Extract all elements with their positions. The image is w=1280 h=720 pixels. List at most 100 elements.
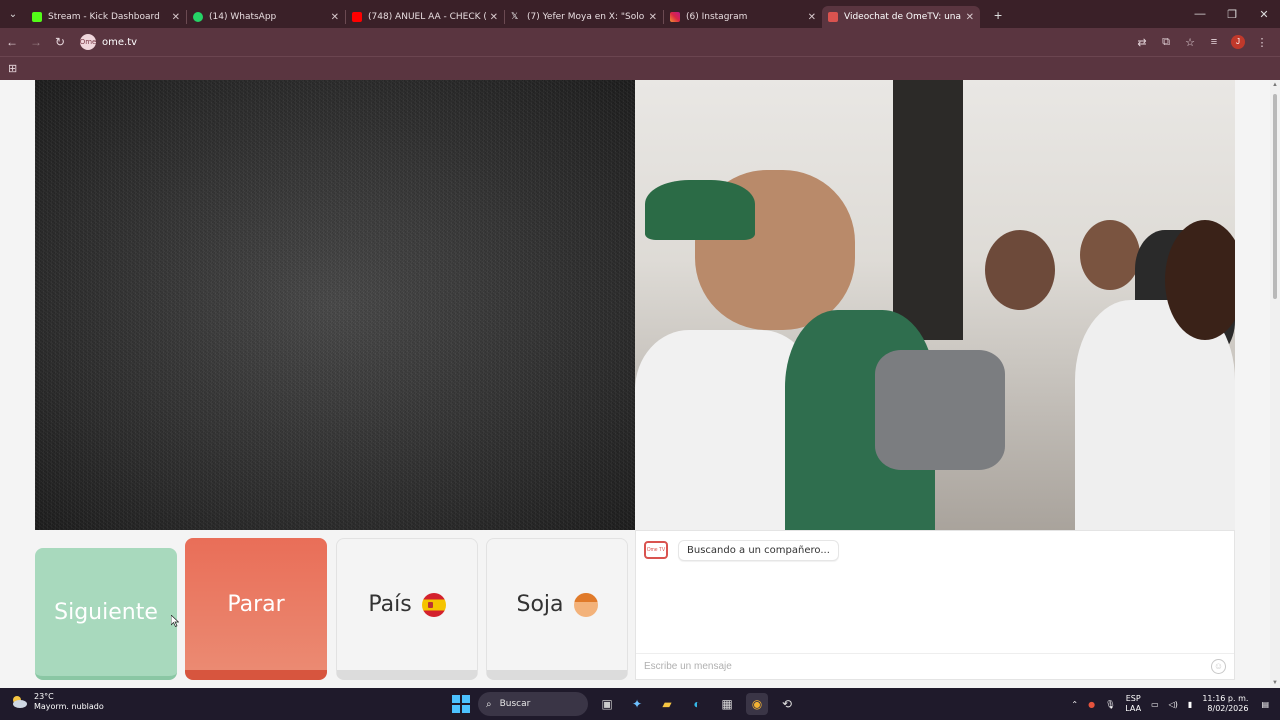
- tab-whatsapp[interactable]: (14) WhatsApp ✕: [187, 6, 345, 28]
- page-scrollbar[interactable]: ▲ ▼: [1270, 80, 1280, 688]
- whatsapp-icon: [193, 12, 203, 22]
- clock-time: 11:16 p. m.: [1202, 694, 1249, 703]
- show-hidden-icons[interactable]: ⌃: [1071, 700, 1078, 709]
- address-bar: ← → ↻ Ome ome.tv ⇄ ⧉ ☆ ≡ J ⋮: [0, 28, 1280, 56]
- url-field[interactable]: Ome ome.tv: [80, 34, 137, 50]
- tab-title: (7) Yefer Moya en X: "Solo paso: [527, 12, 645, 22]
- scroll-down-icon[interactable]: ▼: [1271, 680, 1279, 686]
- apps-grid-icon[interactable]: ⊞: [8, 62, 17, 75]
- bookmarks-bar: ⊞: [0, 56, 1280, 80]
- ometv-icon: [828, 12, 838, 22]
- video-person-2: [985, 230, 1055, 310]
- close-icon[interactable]: ✕: [808, 12, 816, 23]
- youtube-icon: [352, 12, 362, 22]
- new-tab-button[interactable]: +: [994, 7, 1002, 23]
- video-person-4-head: [1165, 220, 1235, 340]
- minimize-icon[interactable]: —: [1184, 0, 1216, 28]
- country-filter-button[interactable]: País: [336, 538, 478, 680]
- network-icon[interactable]: ▭: [1151, 700, 1159, 709]
- tab-youtube[interactable]: (748) ANUEL AA - CHECK (INST ✕: [346, 6, 504, 28]
- clock[interactable]: 11:16 p. m. 8/02/2026: [1202, 694, 1248, 714]
- address-bar-actions: ⇄ ⧉ ☆ ≡ J ⋮: [1130, 28, 1274, 56]
- tray-app-icon[interactable]: ●: [1088, 700, 1095, 709]
- clock-date: 8/02/2026: [1207, 704, 1249, 713]
- close-icon[interactable]: ✕: [966, 12, 974, 23]
- search-icon: ⌕: [486, 698, 492, 710]
- forward-icon[interactable]: →: [24, 28, 48, 56]
- battery-icon[interactable]: ▮: [1188, 700, 1192, 709]
- lang-top: ESP: [1125, 694, 1141, 703]
- taskbar-search[interactable]: ⌕ Buscar: [478, 692, 588, 716]
- x-logo-icon: 𝕏: [511, 12, 519, 22]
- language-indicator[interactable]: ESP LAA: [1125, 694, 1141, 714]
- close-icon[interactable]: ✕: [172, 12, 180, 23]
- scrollbar-thumb[interactable]: [1273, 94, 1277, 299]
- tab-title: (6) Instagram: [686, 12, 748, 22]
- video-cap: [645, 180, 755, 240]
- restore-icon[interactable]: ❐: [1216, 0, 1248, 28]
- self-camera-video: [635, 80, 1235, 530]
- video-person-3: [1080, 220, 1140, 290]
- tab-title: Videochat de OmeTV: una: [844, 12, 962, 22]
- tab-ometv[interactable]: Videochat de OmeTV: una ✕: [822, 6, 980, 28]
- system-tray: ⌃ ● 🎙 ESP LAA ▭ ◁) ▮ 11:16 p. m. 8/02/20…: [1066, 688, 1274, 720]
- gender-label: Soja: [516, 592, 564, 617]
- site-icon: Ome: [80, 34, 96, 50]
- tab-search-icon[interactable]: ⌄: [0, 0, 26, 28]
- next-label: Siguiente: [54, 599, 158, 625]
- windows-start-icon[interactable]: [452, 695, 470, 713]
- chrome-icon[interactable]: ◉: [746, 693, 768, 715]
- reading-list-icon[interactable]: ≡: [1202, 36, 1226, 48]
- kick-icon: [32, 12, 42, 22]
- task-view-icon[interactable]: ▣: [596, 693, 618, 715]
- search-label: Buscar: [499, 699, 531, 709]
- stop-label: Parar: [227, 591, 285, 617]
- chat-panel: Ome TV Buscando a un compañero... ☺: [635, 530, 1235, 680]
- back-icon[interactable]: ←: [0, 28, 24, 56]
- close-icon[interactable]: ✕: [649, 12, 657, 23]
- taskbar-apps: ⌕ Buscar ▣ ✦ ▰ ◐ ▦ ◉ ⟲: [452, 692, 798, 716]
- notifications-icon[interactable]: ▤: [1261, 700, 1269, 709]
- store-icon[interactable]: ▦: [716, 693, 738, 715]
- microphone-icon[interactable]: 🎙: [1105, 700, 1115, 709]
- close-icon[interactable]: ✕: [331, 12, 339, 23]
- copilot-icon[interactable]: ✦: [626, 693, 648, 715]
- url-text: ome.tv: [102, 36, 138, 48]
- reload-icon[interactable]: ↻: [48, 28, 72, 56]
- scroll-up-icon[interactable]: ▲: [1271, 82, 1279, 88]
- country-label: País: [368, 592, 412, 617]
- lang-bottom: LAA: [1125, 704, 1142, 713]
- instagram-icon: [670, 12, 680, 22]
- translate-icon[interactable]: ⇄: [1130, 36, 1154, 49]
- profile-avatar[interactable]: J: [1231, 35, 1245, 49]
- windows-taskbar: 23°C Mayorm. nublado ⌕ Buscar ▣ ✦ ▰ ◐ ▦ …: [0, 688, 1280, 720]
- close-window-icon[interactable]: ✕: [1248, 0, 1280, 28]
- install-app-icon[interactable]: ⧉: [1154, 36, 1178, 49]
- ometv-logo: Ome TV: [644, 541, 668, 559]
- chat-input-bar: ☺: [636, 653, 1234, 679]
- boy-face-icon: [573, 592, 598, 617]
- emoji-icon[interactable]: ☺: [1211, 659, 1226, 674]
- file-explorer-icon[interactable]: ▰: [656, 693, 678, 715]
- tab-x[interactable]: 𝕏 (7) Yefer Moya en X: "Solo paso ✕: [505, 6, 663, 28]
- app-icon[interactable]: ⟲: [776, 693, 798, 715]
- menu-icon[interactable]: ⋮: [1250, 36, 1274, 49]
- chat-status-message: Buscando a un compañero...: [678, 540, 839, 561]
- weather-temp: 23°C: [34, 692, 54, 701]
- next-button[interactable]: Siguiente: [35, 548, 177, 680]
- edge-icon[interactable]: ◐: [686, 693, 708, 715]
- tab-title: Stream - Kick Dashboard: [48, 12, 160, 22]
- message-input[interactable]: [636, 654, 1196, 678]
- gender-filter-button[interactable]: Soja: [486, 538, 628, 680]
- tab-instagram[interactable]: (6) Instagram ✕: [664, 6, 822, 28]
- close-icon[interactable]: ✕: [490, 12, 498, 23]
- partner-video-static: [35, 80, 635, 530]
- weather-widget[interactable]: 23°C Mayorm. nublado: [10, 692, 104, 712]
- tab-kick[interactable]: Stream - Kick Dashboard ✕: [26, 6, 186, 28]
- spain-flag-icon: [421, 592, 446, 617]
- window-controls: — ❐ ✕: [1184, 0, 1280, 28]
- volume-icon[interactable]: ◁): [1169, 700, 1178, 709]
- stop-button[interactable]: Parar: [185, 538, 327, 680]
- bookmark-star-icon[interactable]: ☆: [1178, 36, 1202, 49]
- browser-tab-strip: ⌄ Stream - Kick Dashboard ✕ (14) WhatsAp…: [0, 0, 1280, 28]
